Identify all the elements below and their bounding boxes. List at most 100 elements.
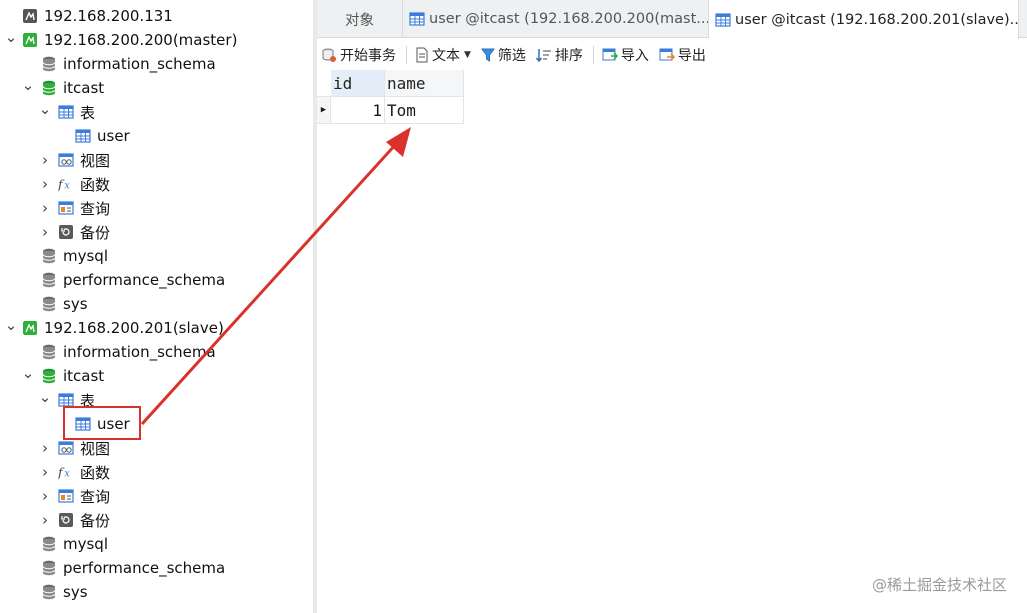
tree-node-label: 192.168.200.200(master) xyxy=(44,31,238,49)
chevron-down-icon[interactable]: ⌄ xyxy=(21,364,35,382)
begin-transaction-button[interactable]: 开始事务 xyxy=(321,45,396,65)
tree-node-node-8[interactable]: › 查询 xyxy=(0,196,313,220)
chevron-right-icon[interactable]: › xyxy=(38,175,52,193)
chevron-right-icon[interactable]: › xyxy=(38,463,52,481)
tree-node-performance-schema[interactable]: performance_schema xyxy=(0,268,313,292)
tree-node-node-4[interactable]: ⌄ 表 xyxy=(0,100,313,124)
tree-node-information-schema[interactable]: information_schema xyxy=(0,340,313,364)
chevron-down-icon[interactable]: ⌄ xyxy=(21,76,35,94)
tree-node-label: 查询 xyxy=(80,487,111,506)
tab-objects[interactable]: 对象 xyxy=(317,0,403,38)
chevron-down-icon[interactable]: ⌄ xyxy=(4,28,18,46)
row-pointer-icon: ▶ xyxy=(317,97,331,124)
table-row[interactable]: ▶ 1 Tom xyxy=(317,97,464,124)
table-icon xyxy=(715,12,731,28)
table-icon xyxy=(409,11,425,27)
tree-node-node-21[interactable]: › 备份 xyxy=(0,508,313,532)
toolbar-separator xyxy=(406,46,407,64)
sort-button[interactable]: 排序 xyxy=(535,45,583,65)
tree-node-node-16[interactable]: ⌄ 表 xyxy=(0,388,313,412)
tree-node-mysql[interactable]: mysql xyxy=(0,244,313,268)
view-icon xyxy=(58,152,74,168)
caret-down-icon: ▼ xyxy=(464,50,471,60)
data-grid: id name ▶ 1 Tom xyxy=(317,70,464,124)
database-gray-icon xyxy=(41,56,57,72)
export-label: 导出 xyxy=(677,48,706,64)
tree-node-label: mysql xyxy=(63,535,108,553)
tree-node-mysql[interactable]: mysql xyxy=(0,532,313,556)
tree-node-label: 视图 xyxy=(80,151,111,170)
database-gray-icon xyxy=(41,296,57,312)
tree-node-label: user xyxy=(97,127,130,145)
toolbar: 开始事务 文本 ▼ 筛选 排序 导入 导出 xyxy=(317,40,1027,70)
filter-button[interactable]: 筛选 xyxy=(480,45,526,65)
database-gray-icon xyxy=(41,272,57,288)
chevron-right-icon[interactable]: › xyxy=(38,511,52,529)
tab-user-slave[interactable]: user @itcast (192.168.200.201(slave)... xyxy=(709,0,1019,39)
server-connected-icon xyxy=(22,32,38,48)
tree-node-label: 函数 xyxy=(80,175,111,194)
tree-node-sys[interactable]: sys xyxy=(0,292,313,316)
column-header-id[interactable]: id xyxy=(331,70,385,97)
import-button[interactable]: 导入 xyxy=(602,45,649,65)
chevron-right-icon[interactable]: › xyxy=(38,487,52,505)
tree-node-sys[interactable]: sys xyxy=(0,580,313,604)
text-button[interactable]: 文本 ▼ xyxy=(415,45,471,65)
tree-node-node-6[interactable]: › 视图 xyxy=(0,148,313,172)
cell-id[interactable]: 1 xyxy=(331,97,385,124)
tree-node-192-168-200-200-master[interactable]: ⌄ 192.168.200.200(master) xyxy=(0,28,313,52)
tree-node-itcast[interactable]: ⌄ itcast xyxy=(0,364,313,388)
tree-node-label: 192.168.200.131 xyxy=(44,7,173,25)
chevron-right-icon[interactable]: › xyxy=(38,439,52,457)
view-icon xyxy=(58,440,74,456)
tree-node-label: 视图 xyxy=(80,439,111,458)
tree-node-192-168-200-131[interactable]: 192.168.200.131 xyxy=(0,4,313,28)
tree-node-information-schema[interactable]: information_schema xyxy=(0,52,313,76)
transaction-icon xyxy=(321,47,337,63)
tree-node-label: performance_schema xyxy=(63,559,226,577)
tree-node-node-7[interactable]: › f x 函数 xyxy=(0,172,313,196)
tree-node-label: mysql xyxy=(63,247,108,265)
export-button[interactable]: 导出 xyxy=(659,45,706,65)
tab-user-master[interactable]: user @itcast (192.168.200.200(mast... xyxy=(403,0,709,38)
tree-node-node-19[interactable]: › f x 函数 xyxy=(0,460,313,484)
cell-name[interactable]: Tom xyxy=(385,97,464,124)
tree-node-node-18[interactable]: › 视图 xyxy=(0,436,313,460)
database-gray-icon xyxy=(41,248,57,264)
tree-node-node-20[interactable]: › 查询 xyxy=(0,484,313,508)
tree-node-user[interactable]: user xyxy=(0,412,313,436)
backup-icon xyxy=(58,224,74,240)
import-label: 导入 xyxy=(620,48,649,64)
chevron-right-icon[interactable]: › xyxy=(38,199,52,217)
tab-label: user @itcast (192.168.200.200(mast... xyxy=(429,11,709,27)
column-header-name[interactable]: name xyxy=(385,70,464,97)
chevron-down-icon[interactable]: ⌄ xyxy=(38,388,52,406)
tree-node-label: 192.168.200.201(slave) xyxy=(44,319,224,337)
tree-node-itcast[interactable]: ⌄ itcast xyxy=(0,76,313,100)
query-icon xyxy=(58,200,74,216)
watermark: @稀土掘金技术社区 xyxy=(871,576,1007,594)
tree-node-label: 表 xyxy=(80,103,96,122)
tree-node-label: 查询 xyxy=(80,199,111,218)
chevron-right-icon[interactable]: › xyxy=(38,151,52,169)
sort-label: 排序 xyxy=(554,48,583,64)
tree-node-performance-schema[interactable]: performance_schema xyxy=(0,556,313,580)
server-disconnected-icon xyxy=(22,8,38,24)
chevron-right-icon[interactable]: › xyxy=(38,223,52,241)
tree-node-node-9[interactable]: › 备份 xyxy=(0,220,313,244)
function-icon: fx xyxy=(58,176,74,192)
database-gray-icon xyxy=(41,536,57,552)
database-gray-icon xyxy=(41,344,57,360)
database-gray-icon xyxy=(41,560,57,576)
tree-node-192-168-200-201-slave[interactable]: ⌄ 192.168.200.201(slave) xyxy=(0,316,313,340)
database-green-icon xyxy=(41,368,57,384)
grid-corner xyxy=(317,70,331,97)
tree-node-user[interactable]: user xyxy=(0,124,313,148)
chevron-down-icon[interactable]: ⌄ xyxy=(38,100,52,118)
chevron-down-icon[interactable]: ⌄ xyxy=(4,316,18,334)
svg-text:x: x xyxy=(64,180,70,191)
